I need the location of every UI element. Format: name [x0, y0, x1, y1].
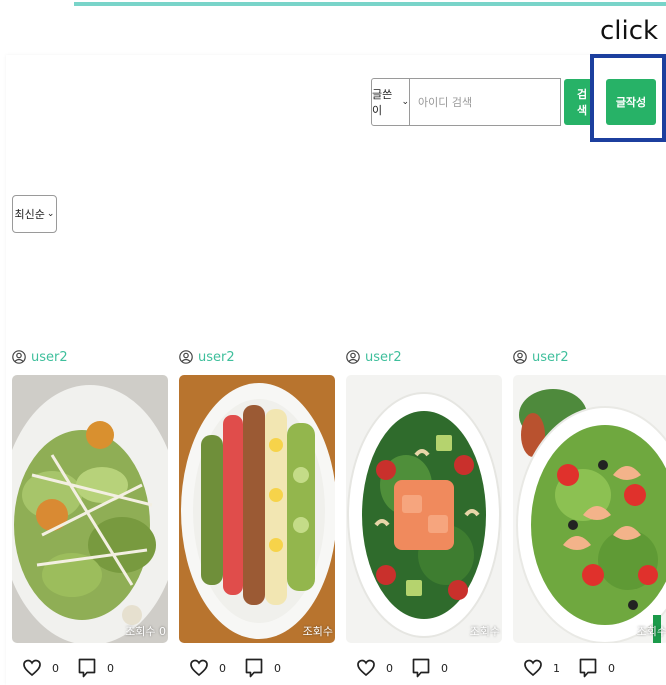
search-type-value: 글쓴이 — [372, 88, 393, 117]
view-count: 조회수 — [302, 625, 333, 638]
heart-icon[interactable] — [189, 658, 209, 678]
like-count: 1 — [553, 661, 560, 675]
heart-icon[interactable] — [523, 658, 543, 678]
salad-image — [12, 375, 168, 643]
post-image-cobb-salad[interactable]: 조회수 — [179, 375, 335, 643]
post-image-shrimp-salad[interactable]: 조회수 — [513, 375, 666, 643]
comment-icon[interactable] — [411, 657, 431, 679]
author-name: user2 — [365, 349, 402, 365]
post-image-salmon-poke-salad[interactable]: 조회수 — [346, 375, 502, 643]
post-author[interactable]: user2 — [513, 344, 569, 370]
top-divider — [74, 2, 666, 6]
comment-count: 0 — [441, 661, 448, 675]
chevron-down-icon: ⌄ — [401, 97, 409, 107]
write-post-button[interactable]: 글작성 — [606, 79, 656, 125]
salad-image — [513, 375, 666, 643]
heart-icon[interactable] — [356, 658, 376, 678]
salad-image — [179, 375, 335, 643]
post-stats: 0 0 — [22, 653, 132, 683]
user-icon — [513, 350, 527, 364]
like-count: 0 — [219, 661, 226, 675]
view-count: 조회수 — [469, 625, 500, 638]
post-author[interactable]: user2 — [179, 344, 235, 370]
chevron-down-icon: ⌄ — [46, 209, 55, 219]
post-author[interactable]: user2 — [12, 344, 68, 370]
user-icon — [179, 350, 193, 364]
sort-select[interactable]: 최신순 ⌄ — [12, 195, 57, 233]
salad-image — [346, 375, 502, 643]
view-count: 조회수 0 — [125, 625, 166, 638]
click-annotation: click — [600, 16, 659, 46]
post-author[interactable]: user2 — [346, 344, 402, 370]
post-image-caesar-salad[interactable]: 조회수 0 — [12, 375, 168, 643]
like-count: 0 — [386, 661, 393, 675]
user-icon — [346, 350, 360, 364]
like-count: 0 — [52, 661, 59, 675]
search-type-select[interactable]: 글쓴이 ⌄ — [371, 78, 410, 126]
view-count: 조회수 — [636, 625, 666, 638]
search-placeholder: 아이디 검색 — [418, 96, 473, 109]
author-name: user2 — [31, 349, 68, 365]
post-stats: 0 0 — [189, 653, 299, 683]
author-name: user2 — [198, 349, 235, 365]
comment-count: 0 — [274, 661, 281, 675]
user-icon — [12, 350, 26, 364]
author-name: user2 — [532, 349, 569, 365]
post-stats: 1 0 — [523, 653, 633, 683]
search-input[interactable]: 아이디 검색 — [410, 78, 561, 126]
post-stats: 0 0 — [356, 653, 466, 683]
heart-icon[interactable] — [22, 658, 42, 678]
comment-icon[interactable] — [244, 657, 264, 679]
comment-icon[interactable] — [77, 657, 97, 679]
comment-count: 0 — [107, 661, 114, 675]
sort-value: 최신순 — [14, 208, 45, 221]
comment-count: 0 — [608, 661, 615, 675]
comment-icon[interactable] — [578, 657, 598, 679]
